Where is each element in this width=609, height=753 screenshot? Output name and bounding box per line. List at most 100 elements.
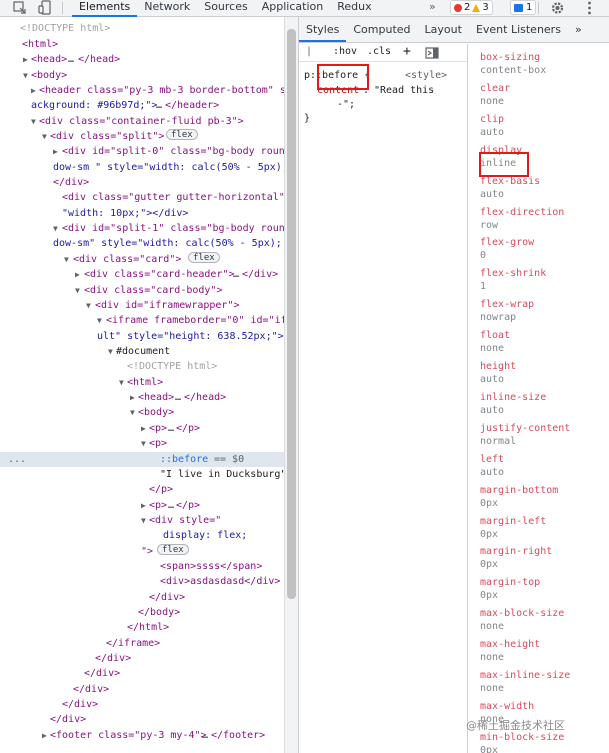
computed-property-name[interactable]: flex-wrap xyxy=(480,298,534,311)
tab-layout[interactable]: Layout xyxy=(418,17,469,42)
dom-node[interactable]: ▼ <div class="split"> flex xyxy=(0,129,284,144)
dom-node[interactable]: </body> xyxy=(0,605,284,620)
pane-divider[interactable] xyxy=(467,44,468,753)
dom-node[interactable]: "width: 10px;"></div> xyxy=(0,206,284,221)
computed-property-name[interactable]: margin-bottom xyxy=(480,484,558,497)
computed-property-name[interactable]: max-inline-size xyxy=(480,669,570,682)
dom-node[interactable]: dow-sm " style="width: calc(50% - 5px); xyxy=(0,160,284,175)
dom-node[interactable]: <html> xyxy=(0,37,284,52)
dom-node[interactable]: </p> xyxy=(0,482,284,497)
tab-computed[interactable]: Computed xyxy=(346,17,417,42)
computed-property-name[interactable]: float xyxy=(480,329,510,342)
collapse-arrow-icon[interactable]: ▼ xyxy=(119,375,124,390)
dom-node[interactable]: </div> xyxy=(0,712,284,727)
dom-node[interactable]: ▼ #document xyxy=(0,344,284,359)
rule-source-link[interactable]: <style> xyxy=(405,69,447,83)
computed-property-name[interactable]: flex-grow xyxy=(480,236,534,249)
hover-state-toggle[interactable]: :hov xyxy=(333,46,357,57)
flex-badge[interactable]: flex xyxy=(188,252,220,263)
collapse-arrow-icon[interactable]: ▼ xyxy=(23,68,28,83)
dom-node[interactable]: ▶ <head>… </head> xyxy=(0,52,284,67)
filter-input[interactable]: | xyxy=(306,46,312,57)
collapse-arrow-icon[interactable]: ▼ xyxy=(75,283,80,298)
dom-node[interactable]: <!DOCTYPE html> xyxy=(0,21,284,36)
dom-node[interactable]: ▼ <div class="card"> flex xyxy=(0,252,284,267)
expand-arrow-icon[interactable]: ▶ xyxy=(75,267,80,282)
collapse-arrow-icon[interactable]: ▼ xyxy=(141,513,146,528)
dom-node[interactable]: ▼ <body> xyxy=(0,68,284,83)
expand-arrow-icon[interactable]: ▶ xyxy=(130,390,135,405)
expand-arrow-icon[interactable]: ▶ xyxy=(31,83,36,98)
computed-property-name[interactable]: left xyxy=(480,453,504,466)
dom-node[interactable]: ▼ <html> xyxy=(0,375,284,390)
computed-property-name[interactable]: clip xyxy=(480,113,504,126)
dom-node[interactable]: ▼ <div class="container-fluid pb-3"> xyxy=(0,114,284,129)
computed-property-name[interactable]: margin-right xyxy=(480,545,552,558)
flex-badge[interactable]: flex xyxy=(166,129,198,140)
collapse-arrow-icon[interactable]: ▼ xyxy=(53,221,58,236)
more-tabs-button[interactable]: » xyxy=(429,0,436,14)
dom-node-selected[interactable]: ...::before == $0 xyxy=(0,452,284,467)
more-sidebar-tabs-button[interactable]: » xyxy=(568,17,589,42)
dom-node[interactable]: </div> xyxy=(0,666,284,681)
tab-network[interactable]: Network xyxy=(137,0,197,17)
dom-node[interactable]: <div>asdasdasd</div> xyxy=(0,574,284,589)
dom-node[interactable]: <span>ssss</span> xyxy=(0,559,284,574)
collapse-arrow-icon[interactable]: ▼ xyxy=(42,129,47,144)
computed-property-name[interactable]: margin-left xyxy=(480,515,546,528)
expand-arrow-icon[interactable]: ▶ xyxy=(53,144,58,159)
computed-property-name[interactable]: max-width xyxy=(480,700,534,713)
dom-scrollbar[interactable] xyxy=(284,17,298,753)
expand-arrow-icon[interactable]: ▶ xyxy=(23,52,28,67)
rule-property-value[interactable]: "Read this xyxy=(374,84,434,98)
more-options-icon[interactable] xyxy=(582,0,597,16)
computed-property-name[interactable]: box-sizing xyxy=(480,51,540,64)
dom-node[interactable]: <div class="gutter gutter-horizontal" xyxy=(0,190,284,205)
dom-node[interactable]: </div> xyxy=(0,590,284,605)
dom-node[interactable]: </iframe> xyxy=(0,636,284,651)
tab-application[interactable]: Application xyxy=(255,0,330,17)
dom-node[interactable]: ult" style="height: 638.52px;"> xyxy=(0,329,284,344)
dom-node[interactable]: ▶ <div class="card-header">… </div> xyxy=(0,267,284,282)
dom-node[interactable]: ▼ <div id="split-1" class="bg-body roun xyxy=(0,221,284,236)
tab-redux[interactable]: Redux xyxy=(330,0,378,17)
dom-node[interactable]: ▼ <div style=" xyxy=(0,513,284,528)
device-toolbar-icon[interactable] xyxy=(38,0,53,16)
collapse-arrow-icon[interactable]: ▼ xyxy=(108,344,113,359)
dom-node[interactable]: ▶ <p>… </p> xyxy=(0,498,284,513)
inspect-element-icon[interactable] xyxy=(12,0,27,16)
new-style-rule-button[interactable]: + xyxy=(403,44,411,59)
collapse-arrow-icon[interactable]: ▼ xyxy=(97,313,102,328)
dom-scroll-thumb[interactable] xyxy=(287,29,296,599)
computed-property-name[interactable]: max-block-size xyxy=(480,607,564,620)
expand-arrow-icon[interactable]: ▶ xyxy=(42,728,47,743)
messages-badge[interactable]: 1 xyxy=(510,0,537,15)
computed-property-name[interactable]: height xyxy=(480,360,516,373)
issues-badge[interactable]: 2 3 xyxy=(450,0,493,15)
dom-node[interactable]: ackground: #96b97d;">… </header> xyxy=(0,98,284,113)
collapse-arrow-icon[interactable]: ▼ xyxy=(64,252,69,267)
dom-node[interactable]: ▼ <div class="card-body"> xyxy=(0,283,284,298)
dom-node[interactable]: ▶ <div id="split-0" class="bg-body roun xyxy=(0,144,284,159)
computed-property-name[interactable]: margin-top xyxy=(480,576,540,589)
collapse-arrow-icon[interactable]: ▼ xyxy=(86,298,91,313)
computed-property-name[interactable]: inline-size xyxy=(480,391,546,404)
dom-node[interactable]: ▼ <div id="iframewrapper"> xyxy=(0,298,284,313)
computed-property-name[interactable]: clear xyxy=(480,82,510,95)
dom-node[interactable]: display: flex; xyxy=(0,528,284,543)
dom-node[interactable]: ▶ <footer class="py-3 my-4">… </footer> xyxy=(0,728,284,743)
tab-event-listeners[interactable]: Event Listeners xyxy=(469,17,568,42)
expand-arrow-icon[interactable]: ▶ xyxy=(141,421,146,436)
tab-elements[interactable]: Elements xyxy=(72,0,138,17)
flex-badge[interactable]: flex xyxy=(157,544,189,555)
dom-node[interactable]: ▼ <iframe frameborder="0" id="if xyxy=(0,313,284,328)
dom-node[interactable]: </div> xyxy=(0,697,284,712)
computed-property-name[interactable]: max-height xyxy=(480,638,540,651)
dom-node[interactable]: </div> xyxy=(0,175,284,190)
computed-sidebar-toggle-icon[interactable] xyxy=(425,47,439,59)
dom-node[interactable]: dow-sm" style="width: calc(50% - 5px);' xyxy=(0,236,284,251)
dom-node[interactable]: ▼ <p> xyxy=(0,436,284,451)
dom-node[interactable]: ▶ <head>… </head> xyxy=(0,390,284,405)
dom-node[interactable]: "> flex xyxy=(0,544,284,559)
tab-styles[interactable]: Styles xyxy=(299,17,347,42)
